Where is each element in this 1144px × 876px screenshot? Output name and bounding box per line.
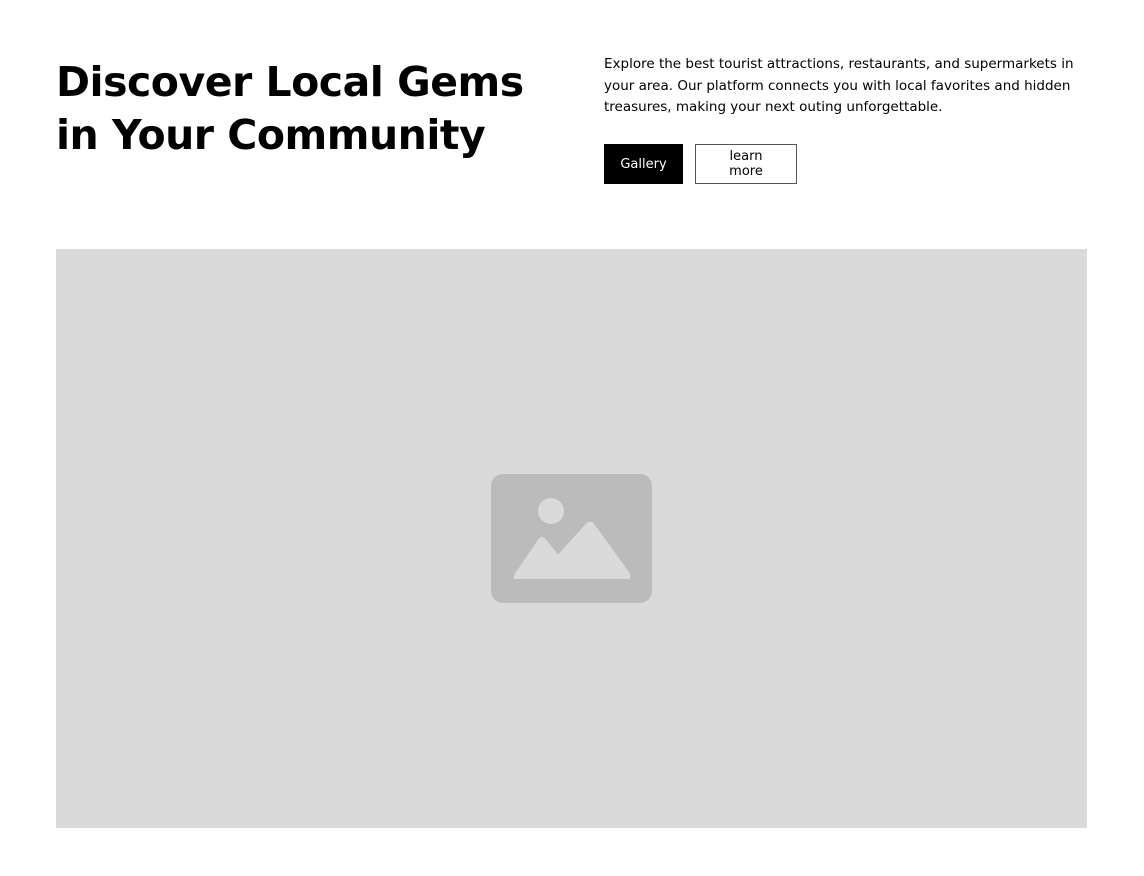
gallery-button[interactable]: Gallery (604, 144, 683, 184)
learn-more-button[interactable]: learn more (695, 144, 797, 184)
hero-description: Explore the best tourist attractions, re… (604, 56, 1074, 115)
hero-image (56, 249, 1087, 828)
hero-intro: Explore the best tourist attractions, re… (604, 54, 1087, 184)
image-icon-frame (491, 474, 652, 603)
page-title-line-2: in Your Community (56, 111, 486, 159)
hero-actions: Gallery learn more (604, 144, 797, 184)
hero-section: Discover Local Gems in Your Community Ex… (56, 0, 1087, 876)
image-placeholder-icon (491, 474, 652, 603)
image-icon-sun (538, 498, 564, 524)
page-title: Discover Local Gems in Your Community (56, 56, 526, 162)
page-title-line-1: Discover Local Gems (56, 58, 524, 106)
